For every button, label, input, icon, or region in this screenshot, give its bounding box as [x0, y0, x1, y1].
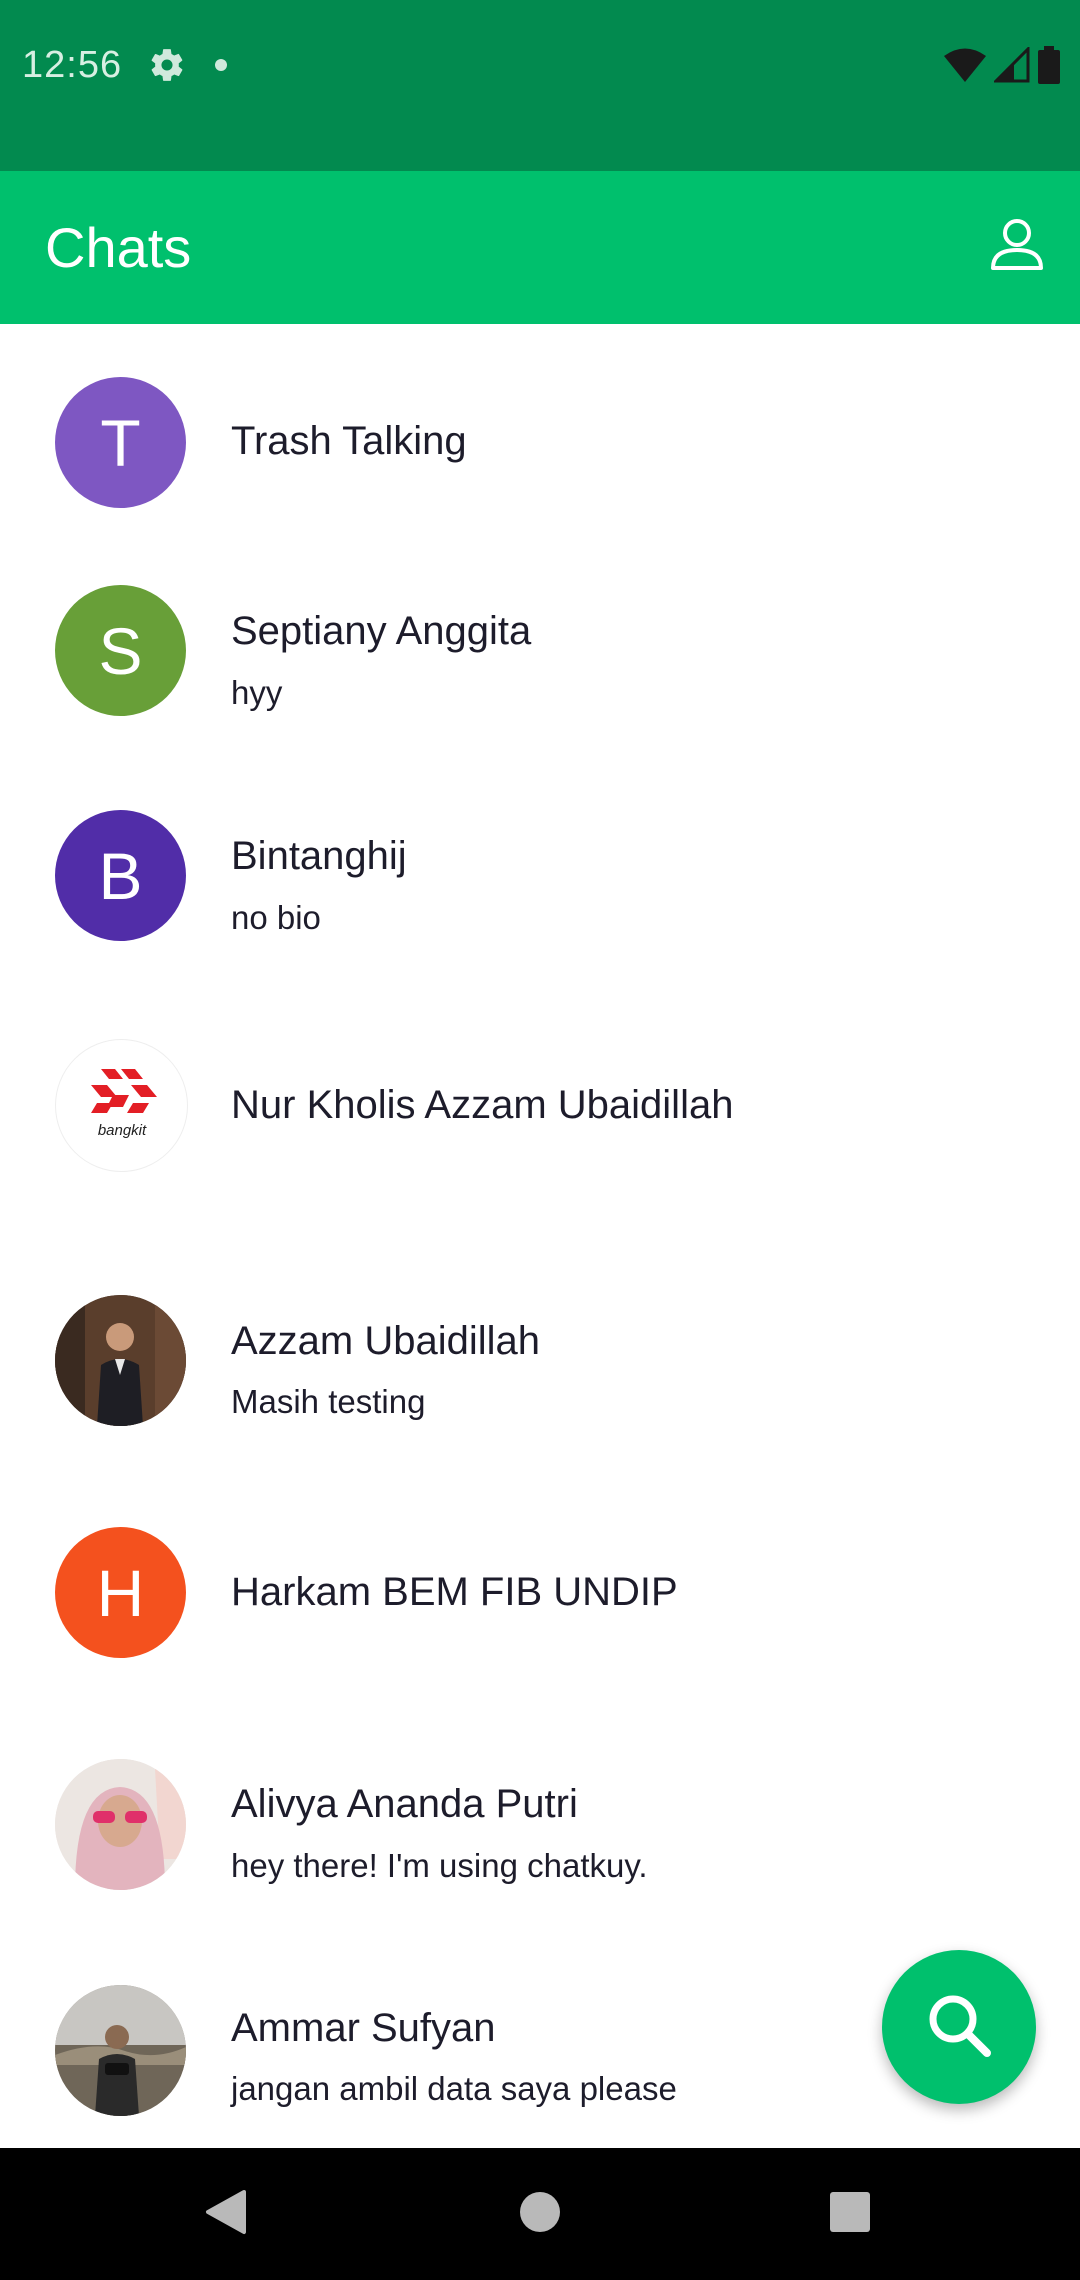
- chat-item-bintanghij[interactable]: B Bintanghij no bio: [0, 773, 1080, 973]
- avatar-letter: B: [98, 838, 143, 913]
- settings-gear-icon: [148, 46, 186, 89]
- search-icon: [923, 1989, 995, 2066]
- bangkit-logo-avatar: bangkit: [55, 1039, 188, 1172]
- recents-square-icon: [828, 2190, 872, 2239]
- page-title: Chats: [45, 216, 192, 279]
- person-outline-icon: [989, 216, 1045, 277]
- chat-item-trash-talking[interactable]: T Trash Talking: [0, 343, 1080, 543]
- chat-item-nur-kholis-azzam-ubaidillah[interactable]: bangkit Nur Kholis Azzam Ubaidillah: [0, 1003, 1080, 1203]
- avatar: T: [55, 377, 186, 508]
- chat-name: Azzam Ubaidillah: [231, 1319, 541, 1363]
- chat-subtitle: hey there! I'm using chatkuy.: [231, 1847, 648, 1884]
- chat-name: Harkam BEM FIB UNDIP: [231, 1570, 678, 1614]
- bangkit-logo: bangkit: [90, 1068, 157, 1139]
- nav-recents-button[interactable]: [814, 2178, 886, 2250]
- search-fab-button[interactable]: [882, 1950, 1036, 2104]
- chat-subtitle: no bio: [231, 899, 321, 936]
- chat-subtitle: jangan ambil data saya please: [231, 2070, 677, 2107]
- system-navigation-bar: [0, 2148, 1080, 2280]
- notification-dot-icon: [214, 58, 228, 77]
- svg-text:bangkit: bangkit: [97, 1122, 146, 1139]
- cell-signal-icon: [992, 45, 1030, 88]
- person-in-suit-photo: [55, 1295, 186, 1426]
- chat-name: Trash Talking: [231, 419, 467, 463]
- chat-item-septiany-anggita[interactable]: S Septiany Anggita hyy: [0, 548, 1080, 748]
- avatar: H: [55, 1527, 186, 1658]
- chat-name: Septiany Anggita: [231, 609, 532, 653]
- person-outdoors-photo: [55, 1985, 186, 2116]
- chat-name: Bintanghij: [231, 834, 407, 878]
- avatar-letter: S: [98, 613, 143, 688]
- avatar: S: [55, 585, 186, 716]
- profile-button[interactable]: [982, 211, 1052, 281]
- chat-name: Ammar Sufyan: [231, 2006, 496, 2050]
- chat-subtitle: hyy: [231, 674, 283, 711]
- status-time: 12:56: [22, 44, 123, 86]
- avatar-letter: H: [96, 1555, 145, 1630]
- home-circle-icon: [518, 2190, 562, 2239]
- wifi-icon: [944, 47, 986, 88]
- chat-item-harkam-bem-fib-undip[interactable]: H Harkam BEM FIB UNDIP: [0, 1458, 1080, 1658]
- back-triangle-icon: [204, 2188, 248, 2241]
- chat-name: Nur Kholis Azzam Ubaidillah: [231, 1083, 734, 1127]
- chat-list: T Trash Talking S Septiany Anggita hyy B…: [0, 324, 1080, 2148]
- battery-icon: [1038, 46, 1060, 89]
- avatar: B: [55, 810, 186, 941]
- person-with-hijab-photo: [55, 1759, 186, 1890]
- chat-name: Alivya Ananda Putri: [231, 1782, 578, 1826]
- chat-item-azzam-ubaidillah[interactable]: Azzam Ubaidillah Masih testing: [0, 1229, 1080, 1429]
- nav-home-button[interactable]: [504, 2178, 576, 2250]
- nav-back-button[interactable]: [190, 2178, 262, 2250]
- chat-subtitle: Masih testing: [231, 1383, 426, 1420]
- app-bar: Chats: [0, 171, 1080, 324]
- avatar-letter: T: [100, 405, 141, 480]
- status-bar: 12:56: [0, 0, 1080, 171]
- chat-item-alivya-ananda-putri[interactable]: Alivya Ananda Putri hey there! I'm using…: [0, 1686, 1080, 1890]
